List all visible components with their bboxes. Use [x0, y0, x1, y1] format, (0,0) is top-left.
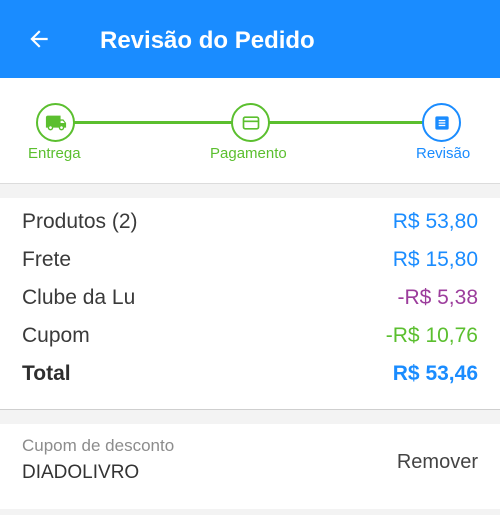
- page-title: Revisão do Pedido: [100, 27, 315, 54]
- summary-row-frete: Frete R$ 15,80: [22, 241, 478, 279]
- step-pagamento: [231, 103, 270, 142]
- summary-value: R$ 15,80: [392, 248, 478, 271]
- summary-row-total: Total R$ 53,46: [22, 355, 478, 393]
- section-divider: [0, 410, 500, 424]
- step-label-entrega: Entrega: [28, 145, 81, 162]
- section-divider: [0, 509, 500, 515]
- arrow-left-icon: [30, 30, 48, 48]
- back-button[interactable]: [22, 22, 56, 56]
- step-label-revisao: Revisão: [416, 145, 471, 162]
- credit-card-icon: [242, 115, 259, 130]
- step-revisao: [422, 103, 461, 142]
- step-entrega: [36, 103, 75, 142]
- coupon-caption: Cupom de desconto: [22, 436, 175, 455]
- summary-label: Cupom: [22, 324, 90, 347]
- summary-label: Clube da Lu: [22, 286, 136, 309]
- summary-value: -R$ 10,76: [385, 324, 478, 347]
- checkout-stepper: Entrega Pagamento Revisão: [0, 78, 500, 184]
- coupon-code: DIADOLIVRO: [22, 462, 140, 483]
- summary-row-produtos: Produtos (2) R$ 53,80: [22, 203, 478, 241]
- total-value: R$ 53,46: [392, 362, 478, 385]
- summary-value: R$ 53,80: [392, 210, 478, 233]
- list-icon: [434, 115, 449, 130]
- coupon-section: Cupom de desconto DIADOLIVRO Remover: [0, 424, 500, 509]
- summary-label: Frete: [22, 248, 72, 271]
- summary-row-cupom: Cupom -R$ 10,76: [22, 317, 478, 355]
- total-label: Total: [22, 362, 71, 385]
- order-summary: Produtos (2) R$ 53,80 Frete R$ 15,80 Clu…: [0, 198, 500, 410]
- truck-icon: [45, 115, 66, 130]
- summary-label: Produtos (2): [22, 210, 138, 233]
- section-divider: [0, 184, 500, 198]
- remove-coupon-button[interactable]: Remover: [397, 451, 478, 474]
- app-bar: Revisão do Pedido: [0, 0, 500, 78]
- summary-row-clube-da-lu: Clube da Lu -R$ 5,38: [22, 279, 478, 317]
- summary-value: -R$ 5,38: [397, 286, 478, 309]
- step-label-pagamento: Pagamento: [210, 145, 287, 162]
